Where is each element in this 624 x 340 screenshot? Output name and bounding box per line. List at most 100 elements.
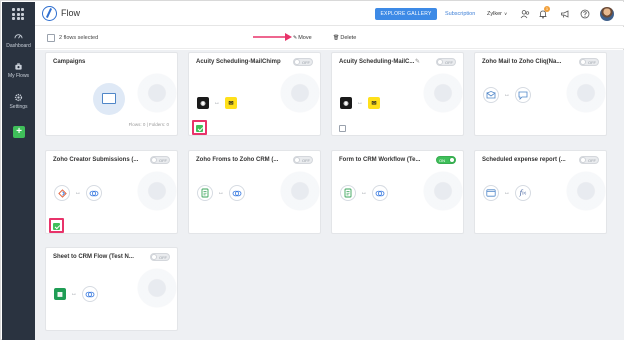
zoho-creator-icon (54, 185, 70, 201)
delete-label: Delete (340, 35, 357, 41)
decoration (127, 63, 177, 123)
flow-card[interactable]: Form to CRM Workflow (Te... ON ↔ (331, 150, 464, 234)
flow-title: Form to CRM Workflow (Te... (339, 157, 421, 163)
decoration (413, 63, 463, 123)
org-name: Zylker (487, 11, 502, 17)
mailchimp-icon: ✉ (368, 97, 380, 109)
flow-card[interactable]: Sheet to CRM Flow (Test N... OFF ▦ ↔ (45, 247, 178, 331)
zoho-forms-icon (340, 185, 356, 201)
org-switcher[interactable]: Zylker v (487, 11, 507, 17)
folder-title: Campaigns (53, 59, 86, 65)
flow-card[interactable]: Zoho Creator Submissions (... OFF ↔ (45, 150, 178, 234)
flow-title: Zoho Creator Submissions (... (53, 157, 139, 163)
sidebar-item-my-flows[interactable]: My Flows (2, 62, 35, 79)
highlight-box (192, 120, 207, 135)
app-pair: ↔ (54, 185, 102, 201)
selection-toolbar: 2 flows selected ✎Move 🗑Delete (35, 27, 624, 49)
folder-card[interactable]: Campaigns Flows: 0 | Folders: 0 (45, 52, 178, 136)
flow-logo-icon (42, 6, 57, 21)
flow-title: Scheduled expense report (... (482, 157, 566, 163)
zoho-forms-icon (197, 185, 213, 201)
app-pair: ↔ f (x) (483, 185, 531, 201)
decoration (270, 63, 320, 123)
flow-card[interactable]: Zoho Mail to Zoho Cliq(Na... OFF ↔ (474, 52, 607, 136)
zoho-cliq-icon (515, 87, 531, 103)
annotation-arrow (253, 33, 292, 41)
decoration (556, 63, 606, 123)
flow-card[interactable]: Acuity Scheduling-MailC... ✎ OFF ◉ ↔ ✉ (331, 52, 464, 136)
app-pair: ▦ ↔ (54, 286, 98, 302)
add-flow-button[interactable]: + (13, 126, 25, 138)
zoho-crm-icon (372, 185, 388, 201)
app-pair: ◉ ↔ ✉ (197, 95, 237, 111)
zoho-mail-icon (483, 87, 499, 103)
schedule-icon (483, 185, 499, 201)
flow-title: Sheet to CRM Flow (Test N... (53, 254, 134, 260)
decoration (127, 161, 177, 221)
connector-icon: ↔ (214, 100, 220, 106)
subscription-link[interactable]: Subscription (445, 11, 475, 17)
help-icon[interactable] (580, 9, 590, 19)
sidebar-item-settings[interactable]: Settings (2, 93, 35, 110)
my-flows-icon (15, 63, 22, 70)
edit-icon[interactable]: ✎ (415, 58, 420, 65)
app-pair: ↔ (483, 87, 531, 103)
explore-gallery-button[interactable]: EXPLORE GALLERY (375, 8, 437, 20)
delete-button[interactable]: 🗑Delete (333, 35, 356, 41)
move-button[interactable]: ✎Move (293, 35, 312, 41)
flow-checkbox[interactable] (339, 125, 346, 132)
announcement-icon[interactable] (560, 9, 570, 19)
connector-icon: ↔ (357, 100, 363, 106)
decoration (556, 161, 606, 221)
move-icon: ✎ (293, 35, 298, 41)
sidebar-item-label: My Flows (7, 73, 30, 79)
sidebar-item-dashboard[interactable]: Dashboard (2, 32, 35, 49)
app-title: Flow (61, 8, 81, 18)
zoho-crm-icon (229, 185, 245, 201)
trash-icon: 🗑 (333, 35, 340, 41)
app-window: Dashboard My Flows Settings + Flow EXPLO… (0, 0, 624, 340)
folder-counts: Flows: 0 | Folders: 0 (128, 122, 169, 127)
connector-icon: ↔ (361, 190, 367, 196)
connector-icon: ↔ (218, 190, 224, 196)
top-header: Flow EXPLORE GALLERY Subscription Zylker… (35, 2, 624, 26)
flow-title: Zoho Mail to Zoho Cliq(Na... (482, 59, 562, 65)
folder-icon (102, 93, 116, 104)
highlight-box (49, 218, 64, 233)
mailchimp-icon: ✉ (225, 97, 237, 109)
connector-icon: ↔ (504, 190, 510, 196)
zoho-sheet-icon: ▦ (54, 288, 66, 300)
apps-grid-icon[interactable] (12, 8, 24, 20)
dashboard-icon (14, 34, 23, 39)
sidebar: Dashboard My Flows Settings + (2, 2, 35, 340)
move-label: Move (298, 35, 312, 41)
flow-title: Zoho Froms to Zoho CRM (... (196, 157, 279, 163)
sidebar-item-label: Dashboard (6, 43, 31, 49)
function-icon: f (x) (515, 185, 531, 201)
users-icon[interactable] (520, 9, 530, 19)
notification-badge: 1 (544, 6, 550, 12)
flows-grid: Campaigns Flows: 0 | Folders: 0 Acuity S… (35, 50, 624, 340)
flow-title: Acuity Scheduling-MailChimp (196, 59, 281, 65)
selected-count-label: 2 flows selected (59, 35, 99, 41)
acuity-icon: ◉ (340, 97, 352, 109)
decoration (413, 161, 463, 221)
flow-card[interactable]: Zoho Froms to Zoho CRM (... OFF ↔ (188, 150, 321, 234)
avatar[interactable] (600, 7, 614, 21)
zoho-crm-icon (82, 286, 98, 302)
zoho-crm-icon (86, 185, 102, 201)
gear-icon (14, 93, 23, 102)
select-all-checkbox[interactable] (47, 34, 55, 42)
flow-card[interactable]: Scheduled expense report (... OFF ↔ f (x) (474, 150, 607, 234)
chevron-down-icon: v (504, 11, 507, 16)
app-pair: ◉ ↔ ✉ (340, 95, 380, 111)
connector-icon: ↔ (504, 92, 510, 98)
flow-title: Acuity Scheduling-MailC... (339, 59, 415, 65)
flow-card[interactable]: Acuity Scheduling-MailChimp OFF ◉ ↔ ✉ (188, 52, 321, 136)
connector-icon: ↔ (75, 190, 81, 196)
acuity-icon: ◉ (197, 97, 209, 109)
decoration (270, 161, 320, 221)
decoration (127, 258, 177, 318)
connector-icon: ↔ (71, 291, 77, 297)
sidebar-item-label: Settings (9, 104, 28, 110)
